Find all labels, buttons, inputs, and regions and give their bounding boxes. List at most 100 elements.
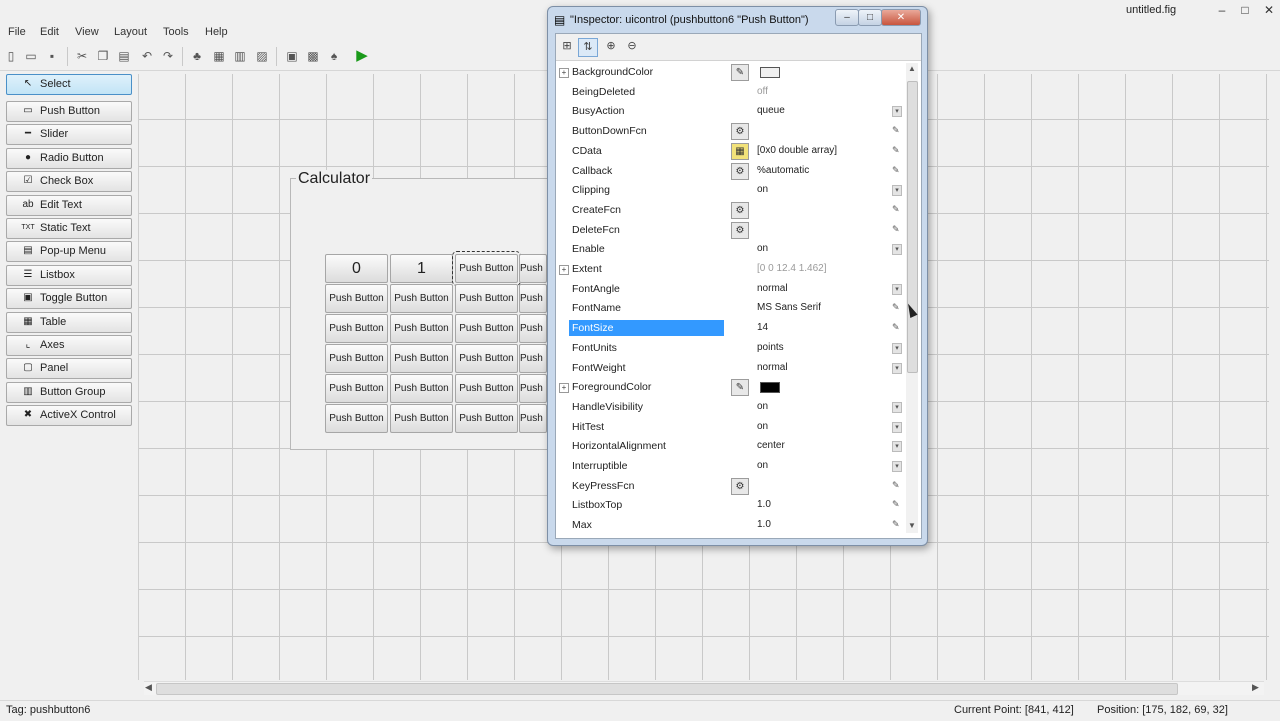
undo-icon[interactable]: ↶ — [139, 48, 155, 64]
push-button[interactable]: Push Button — [325, 344, 388, 373]
object-browser-icon[interactable]: ♠ — [326, 48, 342, 64]
digit-button[interactable]: 0 — [325, 254, 388, 283]
push-button[interactable]: Push Button — [325, 314, 388, 343]
push-button[interactable]: Push Button — [455, 404, 518, 433]
callback-editor-icon[interactable]: ⚙ — [731, 162, 749, 180]
inspector-maximize-icon[interactable]: □ — [858, 9, 882, 26]
push-button[interactable]: Push Button — [390, 284, 453, 313]
expand-icon[interactable]: + — [559, 265, 569, 275]
property-value[interactable]: normal — [757, 283, 788, 294]
property-row-hittest[interactable]: HitTest on ▾ — [556, 418, 904, 438]
property-row-fontname[interactable]: FontName MS Sans Serif ✎ — [556, 299, 904, 319]
sort-categorized-icon[interactable]: ⊞ — [558, 38, 576, 55]
property-value[interactable]: 1.0 — [757, 519, 771, 530]
scroll-thumb[interactable] — [907, 81, 918, 373]
property-row-fontunits[interactable]: FontUnits points ▾ — [556, 339, 904, 359]
palette-axes[interactable]: ⌞ Axes — [6, 335, 132, 356]
canvas-horizontal-scrollbar[interactable]: ◀ ▶ — [144, 681, 1264, 695]
expand-icon[interactable]: + — [559, 68, 569, 78]
property-value[interactable]: on — [757, 243, 768, 254]
property-row-backgroundcolor[interactable]: + BackgroundColor ✎ — [556, 63, 904, 83]
color-editor-icon[interactable]: ✎ — [731, 379, 749, 397]
property-value[interactable]: normal — [757, 362, 788, 373]
paste-icon[interactable]: ▤ — [116, 48, 132, 64]
push-button[interactable]: Push Button — [325, 374, 388, 403]
menu-layout[interactable]: Layout — [114, 26, 147, 38]
color-swatch[interactable] — [760, 67, 780, 78]
callback-editor-icon[interactable]: ⚙ — [731, 123, 749, 141]
menu-edit[interactable]: Edit — [40, 26, 59, 38]
scroll-right-icon[interactable]: ▶ — [1252, 682, 1259, 693]
property-value[interactable]: 14 — [757, 322, 768, 333]
property-row-buttondownfcn[interactable]: ButtonDownFcn ⚙ ✎ — [556, 122, 904, 142]
expand-all-icon[interactable]: ⊕ — [602, 38, 620, 55]
pencil-icon[interactable]: ✎ — [892, 165, 900, 176]
palette-listbox[interactable]: ☰ Listbox — [6, 264, 132, 286]
palette-check-box[interactable]: ☑ Check Box — [6, 171, 132, 193]
maximize-icon[interactable]: □ — [1238, 3, 1252, 17]
palette-panel[interactable]: ▢ Panel — [6, 358, 132, 380]
pencil-icon[interactable]: ✎ — [892, 302, 900, 313]
palette-activex-control[interactable]: ✖ ActiveX Control — [6, 405, 132, 427]
toolbar-editor-icon[interactable]: ▨ — [254, 48, 270, 64]
palette-static-text[interactable]: TXT Static Text — [6, 218, 132, 239]
collapse-all-icon[interactable]: ⊖ — [623, 38, 641, 55]
redo-icon[interactable]: ↷ — [160, 48, 176, 64]
scroll-down-icon[interactable]: ▼ — [908, 521, 916, 530]
property-value[interactable]: on — [757, 460, 768, 471]
palette-slider[interactable]: ━ Slider — [6, 124, 132, 146]
dropdown-arrow-icon[interactable]: ▾ — [892, 185, 902, 197]
push-button[interactable]: Push Button — [452, 251, 521, 286]
dropdown-arrow-icon[interactable]: ▾ — [892, 461, 902, 472]
push-button[interactable]: Push Button — [325, 284, 388, 313]
dropdown-arrow-icon[interactable]: ▾ — [892, 106, 902, 118]
menu-tools[interactable]: Tools — [163, 26, 189, 38]
push-button[interactable]: Push Button — [390, 314, 453, 343]
scroll-up-icon[interactable]: ▲ — [908, 64, 916, 73]
array-editor-icon[interactable]: ▦ — [731, 142, 749, 160]
palette-button-group[interactable]: ▥ Button Group — [6, 381, 132, 403]
palette-pop-up-menu[interactable]: ▤ Pop-up Menu — [6, 241, 132, 263]
run-icon[interactable]: ▶ — [354, 48, 370, 64]
pencil-icon[interactable]: ✎ — [892, 125, 900, 136]
dropdown-arrow-icon[interactable]: ▾ — [892, 244, 902, 256]
expand-icon[interactable]: + — [559, 383, 569, 394]
inspector-close-icon[interactable]: ✕ — [881, 9, 921, 26]
dropdown-arrow-icon[interactable]: ▾ — [892, 401, 902, 413]
property-row-cdata[interactable]: CData ▦ [0x0 double array] ✎ — [556, 142, 904, 162]
pencil-icon[interactable]: ✎ — [892, 204, 900, 215]
inspector-minimize-icon[interactable]: – — [835, 9, 859, 26]
property-row-deletefcn[interactable]: DeleteFcn ⚙ ✎ — [556, 221, 904, 241]
callback-editor-icon[interactable]: ⚙ — [731, 201, 749, 219]
dropdown-arrow-icon[interactable]: ▾ — [892, 342, 902, 354]
property-row-foregroundcolor[interactable]: + ForegroundColor ✎ — [556, 378, 904, 398]
pencil-icon[interactable]: ✎ — [892, 145, 900, 156]
push-button[interactable]: Push Button — [455, 344, 518, 373]
push-button[interactable]: Push B — [519, 404, 547, 433]
inspector-vertical-scrollbar[interactable]: ▲ ▼ — [906, 63, 918, 533]
property-value[interactable]: on — [757, 421, 768, 432]
inspector-title-bar[interactable]: ▤ "Inspector: uicontrol (pushbutton6 "Pu… — [548, 7, 927, 33]
property-row-callback[interactable]: Callback ⚙ %automatic ✎ — [556, 162, 904, 182]
palette-toggle-button[interactable]: ▣ Toggle Button — [6, 288, 132, 310]
push-button[interactable]: Push B — [519, 314, 547, 343]
push-button[interactable]: Push B — [519, 254, 547, 283]
push-button[interactable]: Push B — [519, 374, 547, 403]
scroll-thumb[interactable] — [156, 683, 1178, 695]
palette-select[interactable]: ↖ Select — [6, 74, 132, 95]
property-row-busyaction[interactable]: BusyAction queue ▾ — [556, 102, 904, 122]
property-row-fontsize[interactable]: FontSize 14 ✎ — [556, 319, 904, 339]
color-swatch[interactable] — [760, 382, 780, 394]
property-value[interactable]: [0x0 double array] — [757, 145, 837, 156]
push-button[interactable]: Push Button — [455, 374, 518, 403]
property-value[interactable]: on — [757, 184, 768, 195]
pencil-icon[interactable]: ✎ — [892, 499, 900, 510]
property-value[interactable]: on — [757, 401, 768, 412]
property-value[interactable]: %automatic — [757, 165, 809, 176]
color-editor-icon[interactable]: ✎ — [731, 64, 749, 81]
cut-icon[interactable]: ✂ — [74, 48, 90, 64]
property-inspector-icon[interactable]: ▩ — [305, 48, 321, 64]
menu-help[interactable]: Help — [205, 26, 228, 38]
push-button[interactable]: Push Button — [325, 404, 388, 433]
menu-editor-icon[interactable]: ▦ — [211, 48, 227, 64]
